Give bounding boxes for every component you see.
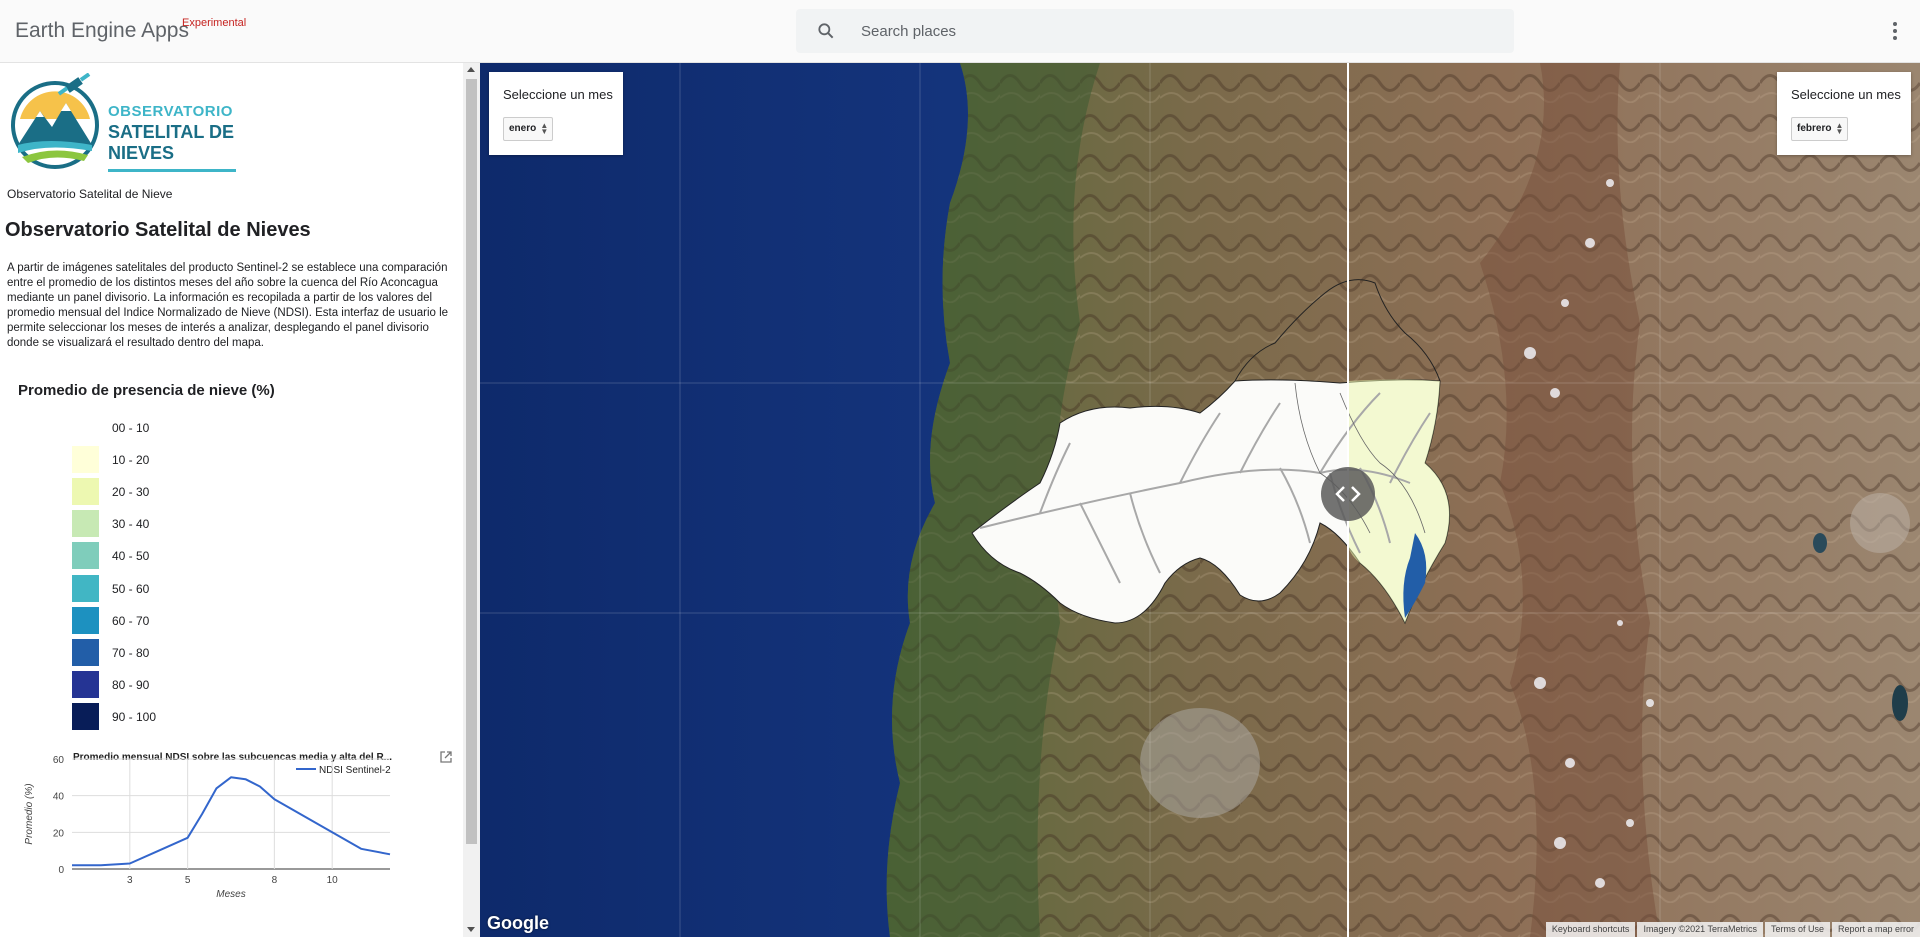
report-map-error-link[interactable]: Report a map error [1831,922,1920,937]
x-tick-label: 10 [327,875,339,886]
legend-swatch [72,703,99,730]
y-tick-label: 40 [53,792,65,803]
legend-label: 90 - 100 [112,710,157,724]
logo-emblem-icon [11,72,99,169]
search-box[interactable] [796,9,1514,53]
month-select-left[interactable]: enero ▲ ▼ [503,117,554,141]
legend-series-label: NDSI Sentinel-2 [319,765,391,776]
logo-line: SATELITAL DE [108,122,234,142]
left-month-panel: Seleccione un mes enero ▲ ▼ [489,72,623,155]
panel-caption: Observatorio Satelital de Nieve [7,187,173,201]
top-bar: Earth Engine Apps Experimental [0,0,1920,63]
keyboard-shortcuts-link[interactable]: Keyboard shortcuts [1545,922,1636,937]
legend-swatch [72,414,99,441]
satellite-imagery [480,63,1920,937]
x-tick-label: 8 [272,875,278,886]
legend-swatch [72,510,99,537]
search-input[interactable] [861,9,1481,53]
logo-underline [108,169,236,172]
y-tick-label: 0 [58,865,64,876]
ndsi-chart: Promedio mensual NDSI sobre las subcuenc… [24,752,392,900]
legend-label: 80 - 90 [112,678,150,692]
legend-swatch [72,478,99,505]
observatory-logo: OBSERVATORIO SATELITAL DE NIEVES [8,72,248,175]
legend-item: 70 - 80 [70,639,270,666]
legend-label: 10 - 20 [112,453,150,467]
panel-title: Observatorio Satelital de Nieves [5,219,311,241]
more-vert-icon[interactable] [1888,20,1902,42]
right-month-panel: Seleccione un mes febrero ▲ ▼ [1777,72,1911,155]
select-arrows-icon: ▲ ▼ [1835,121,1844,136]
legend-swatch [72,446,99,473]
month-select-right[interactable]: febrero ▲ ▼ [1791,117,1849,141]
imagery-attribution: Imagery ©2021 TerraMetrics [1637,922,1763,937]
legend-label: 30 - 40 [112,517,150,531]
legend-swatch [72,671,99,698]
legend-item: 10 - 20 [70,446,270,473]
legend-swatch [72,639,99,666]
scroll-up-arrow-icon[interactable] [467,67,475,72]
legend-label: 60 - 70 [112,614,150,628]
legend-swatch [72,607,99,634]
logo-wordmark: OBSERVATORIO SATELITAL DE NIEVES [108,101,234,164]
select-arrows-icon: ▲ ▼ [540,121,549,136]
month-select-value: febrero [1797,123,1832,134]
code-arrows-icon [1335,486,1361,502]
split-panel-handle[interactable] [1321,467,1375,521]
scrollbar-thumb[interactable] [466,79,477,844]
panel-description: A partir de imágenes satelitales del pro… [7,262,449,349]
legend-item: 00 - 10 [70,414,270,441]
series-line-ndsi [72,776,391,867]
x-tick-label: 3 [127,875,133,886]
terms-of-use-link[interactable]: Terms of Use [1764,922,1830,937]
legend-item: 60 - 70 [70,607,270,634]
month-label: Seleccione un mes [1791,87,1901,102]
scroll-down-arrow-icon[interactable] [467,927,475,932]
map-attribution-bar: Keyboard shortcuts Imagery ©2021 TerraMe… [1544,922,1920,937]
legend-label: 40 - 50 [112,549,150,563]
month-select-value: enero [509,123,537,134]
legend-swatch [72,542,99,569]
search-icon[interactable] [816,21,836,41]
map-canvas[interactable]: Seleccione un mes enero ▲ ▼ Seleccione un… [480,63,1920,937]
legend-item: 20 - 30 [70,478,270,505]
legend-item: 40 - 50 [70,542,270,569]
google-logo: Google [487,913,549,933]
legend-item: 80 - 90 [70,671,270,698]
y-axis-label: Promedio (%) [24,783,35,844]
x-tick-label: 5 [185,875,191,886]
legend-swatch [72,575,99,602]
month-label: Seleccione un mes [503,87,613,102]
app-title[interactable]: Earth Engine Apps [15,19,189,43]
side-panel-scrollbar[interactable] [463,63,480,937]
x-axis-label: Meses [216,889,245,900]
legend-title: Promedio de presencia de nieve (%) [18,382,275,399]
open-external-icon[interactable] [439,750,453,764]
y-tick-label: 60 [53,755,65,766]
logo-line: NIEVES [108,143,175,163]
legend-label: 20 - 30 [112,485,150,499]
legend-item: 30 - 40 [70,510,270,537]
experimental-badge: Experimental [182,17,247,29]
y-tick-label: 20 [53,828,65,839]
legend-item: 90 - 100 [70,703,270,730]
legend-label: 50 - 60 [112,582,150,596]
legend-label: 00 - 10 [112,421,150,435]
legend-label: 70 - 80 [112,646,150,660]
chart-title: Promedio mensual NDSI sobre las subcuenc… [73,752,392,763]
logo-line: OBSERVATORIO [108,103,233,120]
side-panel: OBSERVATORIO SATELITAL DE NIEVES Observa… [0,63,464,937]
legend-item: 50 - 60 [70,575,270,602]
